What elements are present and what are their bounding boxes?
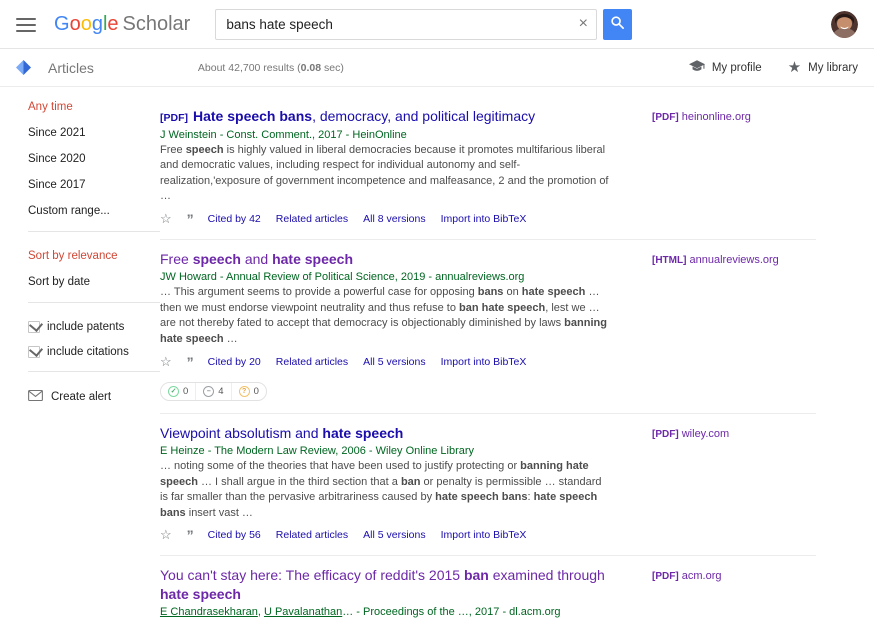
my-library-label: My library xyxy=(808,62,858,74)
result-actions: ☆ ” Cited by 56 Related articles All 5 v… xyxy=(160,527,612,543)
filters-sidebar: Any time Since 2021 Since 2020 Since 201… xyxy=(16,87,160,620)
result-title: [PDF]Hate speech bans, democracy, and po… xyxy=(160,107,612,126)
import-bibtex-link[interactable]: Import into BibTeX xyxy=(441,213,527,225)
result-title-link[interactable]: Free speech and hate speech xyxy=(160,251,353,267)
filter-since-2020[interactable]: Since 2020 xyxy=(28,153,160,165)
search-result: You can't stay here: The efficacy of red… xyxy=(160,556,816,620)
related-articles-link[interactable]: Related articles xyxy=(276,529,348,541)
clear-search-icon[interactable]: × xyxy=(570,15,596,33)
create-alert-button[interactable]: Create alert xyxy=(28,390,160,404)
filter-any-time[interactable]: Any time xyxy=(28,101,160,113)
checkbox-icon xyxy=(28,346,40,358)
cited-by-link[interactable]: Cited by 56 xyxy=(208,529,261,541)
sort-by-date[interactable]: Sort by date xyxy=(28,276,160,288)
related-articles-link[interactable]: Related articles xyxy=(276,213,348,225)
result-authors: J Weinstein - Const. Comment., 2017 - He… xyxy=(160,129,612,141)
sort-by-relevance[interactable]: Sort by relevance xyxy=(28,250,160,262)
scholar-wordmark: Scholar xyxy=(123,13,191,35)
search-result: [PDF]Hate speech bans, democracy, and po… xyxy=(160,97,816,240)
fulltext-link[interactable]: [PDF] wiley.com xyxy=(652,428,729,440)
user-avatar[interactable] xyxy=(831,11,858,38)
divider xyxy=(28,371,160,372)
fulltext-link-col: [PDF] wiley.com xyxy=(652,424,816,544)
magnifier-icon xyxy=(610,15,625,33)
google-wordmark: Google xyxy=(54,13,119,35)
result-actions: ☆ ” Cited by 42 Related articles All 8 v… xyxy=(160,211,612,227)
my-library-link[interactable]: ★ My library xyxy=(788,62,858,74)
fulltext-link-col: [PDF] heinonline.org xyxy=(652,107,816,227)
scite-badge[interactable]: ✓ 0 –4 ? 0 xyxy=(160,382,267,401)
fulltext-link[interactable]: [PDF] acm.org xyxy=(652,570,721,582)
cited-by-link[interactable]: Cited by 20 xyxy=(208,356,261,368)
results-list: [PDF]Hate speech bans, democracy, and po… xyxy=(160,87,816,620)
filter-since-2021[interactable]: Since 2021 xyxy=(28,127,160,139)
pdf-tag: [PDF] xyxy=(160,112,188,124)
result-authors: JW Howard - Annual Review of Political S… xyxy=(160,271,612,283)
star-icon: ★ xyxy=(788,63,801,73)
result-snippet: Free speech is highly valued in liberal … xyxy=(160,143,612,205)
filter-custom-range[interactable]: Custom range... xyxy=(28,205,160,217)
cite-quote-icon[interactable]: ” xyxy=(187,531,193,539)
contrasting-citations-icon: ? xyxy=(239,386,250,397)
result-title-link[interactable]: You can't stay here: The efficacy of red… xyxy=(160,567,605,601)
contrasting-count: 0 xyxy=(254,386,259,397)
include-citations-label: include citations xyxy=(47,346,129,358)
results-stats: About 42,700 results (0.08 sec) xyxy=(198,62,344,74)
cite-quote-icon[interactable]: ” xyxy=(187,358,193,366)
envelope-icon xyxy=(28,390,43,404)
checkbox-icon xyxy=(28,321,40,333)
save-star-icon[interactable]: ☆ xyxy=(160,527,172,543)
search-box: × xyxy=(215,9,597,40)
result-title: Free speech and hate speech xyxy=(160,250,612,268)
all-versions-link[interactable]: All 5 versions xyxy=(363,356,425,368)
result-snippet: … This argument seems to provide a power… xyxy=(160,285,612,347)
include-patents-checkbox[interactable]: include patents xyxy=(28,321,160,333)
create-alert-label: Create alert xyxy=(51,391,111,403)
result-title-link[interactable]: Viewpoint absolutism and hate speech xyxy=(160,425,403,441)
search-input[interactable] xyxy=(216,17,570,32)
result-snippet: … noting some of the theories that have … xyxy=(160,459,612,521)
my-profile-link[interactable]: My profile xyxy=(689,60,762,76)
include-patents-label: include patents xyxy=(47,321,124,333)
search-result: Free speech and hate speech JW Howard - … xyxy=(160,240,816,414)
supporting-count: 0 xyxy=(183,386,188,397)
result-title-link[interactable]: [PDF]Hate speech bans, democracy, and po… xyxy=(160,108,535,124)
divider xyxy=(28,302,160,303)
graduation-cap-icon xyxy=(689,60,705,76)
result-authors: E Heinze - The Modern Law Review, 2006 -… xyxy=(160,445,612,457)
filter-since-2017[interactable]: Since 2017 xyxy=(28,179,160,191)
search-button[interactable] xyxy=(603,9,632,40)
fulltext-link-col: [HTML] annualreviews.org xyxy=(652,250,816,401)
save-star-icon[interactable]: ☆ xyxy=(160,211,172,227)
fulltext-link[interactable]: [PDF] heinonline.org xyxy=(652,111,751,123)
scholar-logo[interactable]: GoogleScholar xyxy=(54,13,190,36)
fulltext-link[interactable]: [HTML] annualreviews.org xyxy=(652,254,779,266)
mentioning-citations-icon: – xyxy=(203,386,214,397)
fulltext-link-col: [PDF] acm.org xyxy=(652,566,816,620)
supporting-citations-icon: ✓ xyxy=(168,386,179,397)
result-title: Viewpoint absolutism and hate speech xyxy=(160,424,612,442)
search-result: Viewpoint absolutism and hate speech E H… xyxy=(160,414,816,557)
menu-icon[interactable] xyxy=(16,18,36,32)
save-star-icon[interactable]: ☆ xyxy=(160,354,172,370)
import-bibtex-link[interactable]: Import into BibTeX xyxy=(441,356,527,368)
articles-diamond-icon[interactable] xyxy=(16,60,31,75)
import-bibtex-link[interactable]: Import into BibTeX xyxy=(441,529,527,541)
articles-label[interactable]: Articles xyxy=(48,60,94,76)
mentioning-count: 4 xyxy=(218,386,223,397)
related-articles-link[interactable]: Related articles xyxy=(276,356,348,368)
include-citations-checkbox[interactable]: include citations xyxy=(28,346,160,358)
result-actions: ☆ ” Cited by 20 Related articles All 5 v… xyxy=(160,354,612,370)
my-profile-label: My profile xyxy=(712,62,762,74)
all-versions-link[interactable]: All 8 versions xyxy=(363,213,425,225)
cite-quote-icon[interactable]: ” xyxy=(187,215,193,223)
top-bar: GoogleScholar × xyxy=(0,0,874,49)
result-authors[interactable]: E Chandrasekharan, U Pavalanathan… - Pro… xyxy=(160,606,612,618)
results-header-bar: Articles About 42,700 results (0.08 sec)… xyxy=(0,49,874,87)
cited-by-link[interactable]: Cited by 42 xyxy=(208,213,261,225)
result-title: You can't stay here: The efficacy of red… xyxy=(160,566,612,602)
divider xyxy=(28,231,160,232)
all-versions-link[interactable]: All 5 versions xyxy=(363,529,425,541)
